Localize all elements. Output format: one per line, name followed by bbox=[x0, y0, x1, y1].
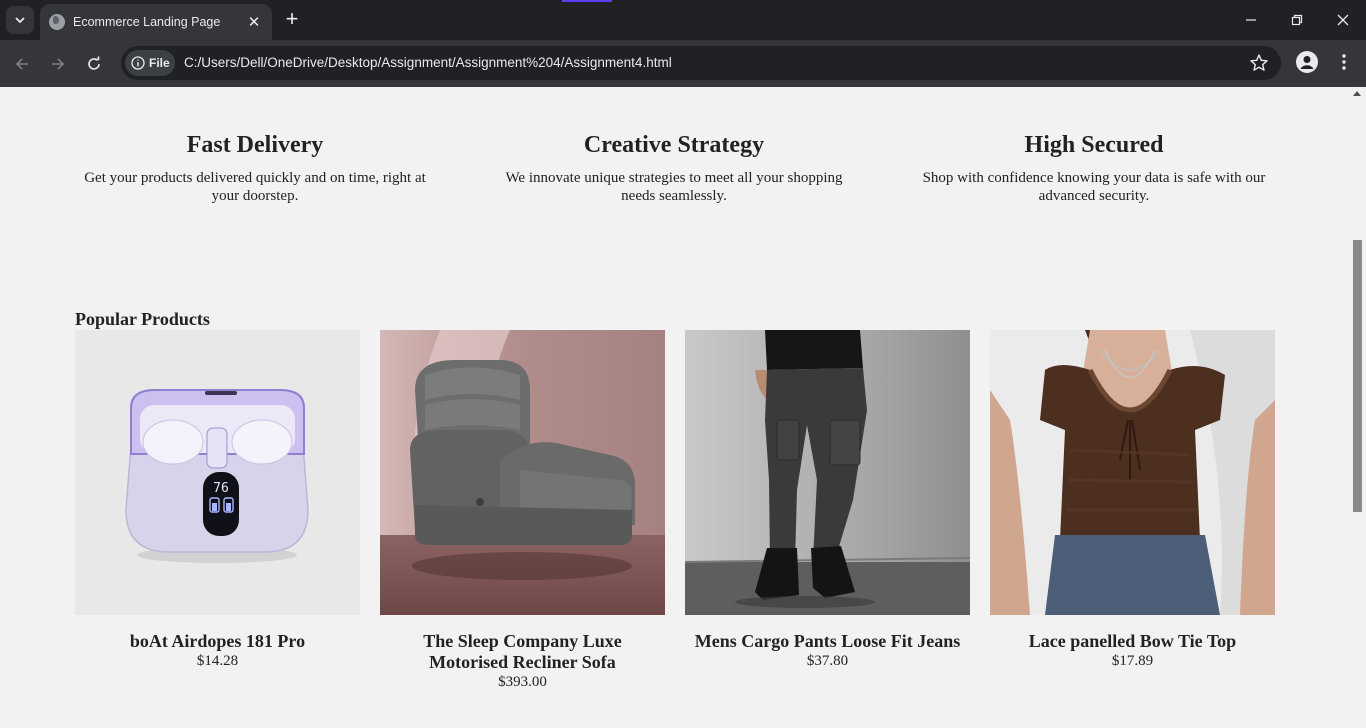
browser-tab[interactable]: Ecommerce Landing Page ✕ bbox=[40, 4, 272, 40]
product-name[interactable]: Mens Cargo Pants Loose Fit Jeans bbox=[685, 631, 970, 652]
product-image[interactable] bbox=[990, 330, 1275, 615]
address-bar[interactable]: File C:/Users/Dell/OneDrive/Desktop/Assi… bbox=[121, 46, 1281, 80]
browser-toolbar: File C:/Users/Dell/OneDrive/Desktop/Assi… bbox=[0, 40, 1366, 87]
product-card[interactable]: 76 boAt Airdopes 181 Pro $14.28 bbox=[75, 330, 360, 671]
minimize-button[interactable] bbox=[1239, 8, 1263, 32]
bookmark-star-icon[interactable] bbox=[1249, 53, 1269, 73]
arrow-right-icon bbox=[52, 58, 65, 70]
tab-strip: Ecommerce Landing Page ✕ + bbox=[0, 0, 1366, 40]
chip-label: File bbox=[149, 56, 170, 70]
globe-icon bbox=[49, 14, 65, 30]
product-card[interactable]: Mens Cargo Pants Loose Fit Jeans $37.80 bbox=[685, 330, 970, 671]
product-image[interactable] bbox=[380, 330, 665, 615]
cargo-pants-image bbox=[685, 330, 970, 615]
kebab-menu-icon[interactable] bbox=[1336, 52, 1352, 72]
new-tab-button[interactable]: + bbox=[280, 8, 304, 32]
close-tab-icon[interactable]: ✕ bbox=[244, 13, 264, 31]
vertical-scrollbar[interactable] bbox=[1349, 87, 1366, 728]
site-info-chip[interactable]: File bbox=[125, 50, 175, 76]
close-icon bbox=[1337, 14, 1349, 26]
feature-text: Shop with confidence knowing your data i… bbox=[922, 170, 1266, 204]
profile-avatar-icon[interactable] bbox=[1296, 51, 1318, 73]
feature-card: Creative Strategy We innovate unique str… bbox=[494, 132, 854, 205]
earbuds-case-image: 76 bbox=[125, 389, 309, 563]
product-price: $14.28 bbox=[196, 653, 239, 669]
product-price: $17.89 bbox=[1111, 653, 1154, 669]
feature-card: High Secured Shop with confidence knowin… bbox=[914, 132, 1274, 205]
product-name[interactable]: Lace panelled Bow Tie Top bbox=[990, 631, 1275, 652]
product-price: $37.80 bbox=[806, 653, 849, 669]
person-icon bbox=[1300, 56, 1314, 69]
feature-title: Creative Strategy bbox=[583, 132, 765, 158]
tab-title: Ecommerce Landing Page bbox=[73, 15, 221, 29]
chevron-down-icon bbox=[15, 17, 25, 24]
reload-button[interactable] bbox=[80, 50, 108, 78]
product-image[interactable] bbox=[685, 330, 970, 615]
back-button[interactable] bbox=[8, 50, 36, 78]
info-icon bbox=[131, 56, 145, 70]
feature-text: We innovate unique strategies to meet al… bbox=[505, 170, 843, 204]
forward-button[interactable] bbox=[44, 50, 72, 78]
tab-group-accent bbox=[562, 0, 612, 2]
reload-icon bbox=[88, 56, 100, 70]
feature-title: High Secured bbox=[1024, 132, 1164, 158]
restore-icon bbox=[1291, 14, 1303, 26]
product-card[interactable]: Lace panelled Bow Tie Top $17.89 bbox=[990, 330, 1275, 671]
close-window-button[interactable] bbox=[1331, 8, 1355, 32]
restore-button[interactable] bbox=[1285, 8, 1309, 32]
feature-card: Fast Delivery Get your products delivere… bbox=[75, 132, 435, 205]
page-viewport: Fast Delivery Get your products delivere… bbox=[0, 87, 1349, 728]
lace-top-image bbox=[990, 330, 1275, 615]
product-card[interactable]: The Sleep Company Luxe Motorised Recline… bbox=[380, 330, 665, 692]
case-display-digits: 76 bbox=[213, 481, 229, 496]
section-title: Popular Products bbox=[75, 309, 210, 329]
product-name[interactable]: The Sleep Company Luxe Motorised Recline… bbox=[380, 631, 665, 673]
url-text[interactable]: C:/Users/Dell/OneDrive/Desktop/Assignmen… bbox=[184, 55, 672, 70]
product-price: $393.00 bbox=[498, 674, 547, 690]
recliner-sofa-image bbox=[380, 330, 665, 615]
feature-text: Get your products delivered quickly and … bbox=[84, 170, 426, 204]
arrow-left-icon bbox=[15, 58, 28, 70]
minimize-icon bbox=[1246, 19, 1256, 21]
tab-search-button[interactable] bbox=[6, 6, 34, 34]
product-name[interactable]: boAt Airdopes 181 Pro bbox=[75, 631, 360, 652]
scrollbar-thumb[interactable] bbox=[1353, 240, 1362, 512]
feature-title: Fast Delivery bbox=[186, 132, 324, 158]
scroll-up-arrow-icon[interactable] bbox=[1353, 91, 1361, 96]
product-image[interactable]: 76 bbox=[75, 330, 360, 615]
